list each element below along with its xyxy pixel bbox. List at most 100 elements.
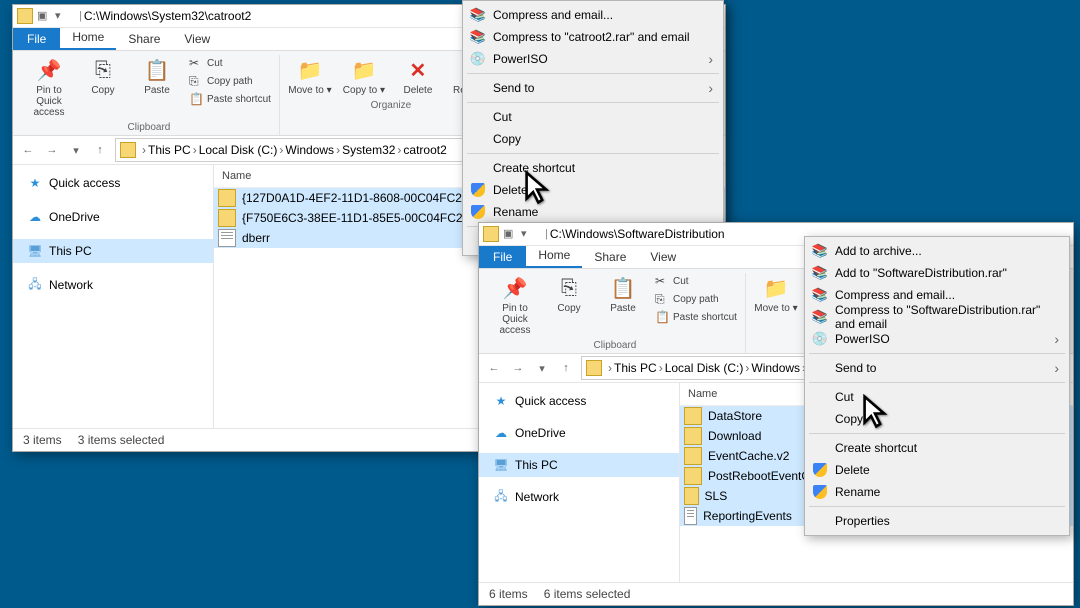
file-icon	[218, 229, 236, 247]
archive-icon: 📚	[812, 243, 828, 259]
col-name[interactable]: Name	[214, 170, 490, 182]
forward-button[interactable]: →	[41, 139, 63, 161]
properties-icon[interactable]: ▣	[37, 9, 51, 23]
file-icon	[684, 507, 697, 525]
sidebar-this-pc[interactable]: 🖥This PC	[13, 239, 213, 263]
copy-button[interactable]: ⎘Copy	[79, 55, 127, 98]
pin-button[interactable]: 📌Pin to Quick access	[25, 55, 73, 120]
ctx-properties[interactable]: Properties	[807, 510, 1067, 532]
pin-button[interactable]: 📌Pin to Quick access	[491, 273, 539, 338]
window-title-path: C:\Windows\System32\catroot2	[84, 9, 251, 23]
dropdown-icon[interactable]: ▾	[521, 227, 535, 241]
navigation-pane: ★Quick access ☁OneDrive 🖥This PC 🖧Networ…	[479, 383, 680, 582]
folder-icon	[586, 360, 602, 376]
sidebar-network[interactable]: 🖧Network	[479, 485, 679, 509]
history-dropdown[interactable]: ▾	[531, 357, 553, 379]
copy-to-button[interactable]: 📁Copy to ▾	[340, 55, 388, 98]
up-button[interactable]: ↑	[89, 139, 111, 161]
ctx-copy[interactable]: Copy	[465, 128, 721, 150]
tab-view[interactable]: View	[172, 28, 222, 50]
ctx-send-to[interactable]: Send to	[807, 357, 1067, 379]
copy-path-button[interactable]: ⎘Copy path	[187, 73, 273, 89]
cut-button[interactable]: ✂Cut	[653, 273, 739, 289]
item-count: 6 items	[489, 587, 528, 601]
tab-home[interactable]: Home	[60, 26, 116, 50]
move-to-button[interactable]: 📁Move to ▾	[286, 55, 334, 98]
paste-shortcut-button[interactable]: 📋Paste shortcut	[187, 91, 273, 107]
ctx-add-to-archive[interactable]: 📚Add to archive...	[807, 240, 1067, 262]
properties-icon[interactable]: ▣	[503, 227, 517, 241]
cut-button[interactable]: ✂Cut	[187, 55, 273, 71]
navigation-pane: ★Quick access ☁OneDrive 🖥This PC 🖧Networ…	[13, 165, 214, 428]
ctx-delete[interactable]: Delete	[807, 459, 1067, 481]
ctx-cut[interactable]: Cut	[807, 386, 1067, 408]
sidebar-quick-access[interactable]: ★Quick access	[479, 389, 679, 413]
shield-icon	[470, 204, 486, 220]
ctx-rename[interactable]: Rename	[465, 201, 721, 223]
sidebar-this-pc[interactable]: 🖥This PC	[479, 453, 679, 477]
ctx-cut[interactable]: Cut	[465, 106, 721, 128]
ctx-delete[interactable]: Delete	[465, 179, 721, 201]
copy-button[interactable]: ⎘Copy	[545, 273, 593, 316]
archive-icon: 📚	[812, 287, 828, 303]
ctx-compress-to-softwaredistribution-rar-and-email[interactable]: 📚Compress to "SoftwareDistribution.rar" …	[807, 306, 1067, 328]
paste-shortcut-button[interactable]: 📋Paste shortcut	[653, 309, 739, 325]
status-bar: 6 items 6 items selected	[479, 582, 1073, 605]
ctx-create-shortcut[interactable]: Create shortcut	[465, 157, 721, 179]
tab-share[interactable]: Share	[582, 246, 638, 268]
group-clipboard: Clipboard	[128, 122, 171, 133]
folder-icon	[684, 427, 702, 445]
sidebar-quick-access[interactable]: ★Quick access	[13, 171, 213, 195]
copy-path-button[interactable]: ⎘Copy path	[653, 291, 739, 307]
tab-file[interactable]: File	[479, 246, 526, 268]
context-menu[interactable]: 📚Add to archive...📚Add to "SoftwareDistr…	[804, 236, 1070, 536]
folder-icon	[684, 467, 702, 485]
ctx-rename[interactable]: Rename	[807, 481, 1067, 503]
tab-view[interactable]: View	[638, 246, 688, 268]
history-dropdown[interactable]: ▾	[65, 139, 87, 161]
ctx-send-to[interactable]: Send to	[465, 77, 721, 99]
shield-icon	[812, 462, 828, 478]
window-title-path: C:\Windows\SoftwareDistribution	[550, 227, 725, 241]
move-to-button[interactable]: 📁Move to ▾	[752, 273, 800, 316]
selection-count: 6 items selected	[544, 587, 631, 601]
sidebar-network[interactable]: 🖧Network	[13, 273, 213, 297]
group-organize: Organize	[371, 100, 412, 111]
back-button[interactable]: ←	[17, 139, 39, 161]
ctx-create-shortcut[interactable]: Create shortcut	[807, 437, 1067, 459]
item-count: 3 items	[23, 433, 62, 447]
archive-icon: 📚	[812, 265, 828, 281]
context-menu[interactable]: 📚Compress and email...📚Compress to "catr…	[462, 0, 724, 256]
delete-button[interactable]: ✕Delete	[394, 55, 442, 98]
sidebar-onedrive[interactable]: ☁OneDrive	[479, 421, 679, 445]
ctx-compress-to-catroot-rar-and-email[interactable]: 📚Compress to "catroot2.rar" and email	[465, 26, 721, 48]
ctx-compress-and-email[interactable]: 📚Compress and email...	[465, 4, 721, 26]
back-button[interactable]: ←	[483, 357, 505, 379]
shield-icon	[812, 484, 828, 500]
paste-button[interactable]: 📋Paste	[599, 273, 647, 316]
dropdown-icon[interactable]: ▾	[55, 9, 69, 23]
tab-file[interactable]: File	[13, 28, 60, 50]
up-button[interactable]: ↑	[555, 357, 577, 379]
archive-icon: 📚	[470, 7, 486, 23]
ctx-poweriso[interactable]: 💿PowerISO	[807, 328, 1067, 350]
folder-icon	[684, 407, 702, 425]
shield-icon	[470, 182, 486, 198]
archive-icon: 📚	[470, 29, 486, 45]
paste-button[interactable]: 📋Paste	[133, 55, 181, 98]
disc-icon: 💿	[812, 331, 828, 347]
ctx-copy[interactable]: Copy	[807, 408, 1067, 430]
forward-button[interactable]: →	[507, 357, 529, 379]
ctx-poweriso[interactable]: 💿PowerISO	[465, 48, 721, 70]
selection-count: 3 items selected	[78, 433, 165, 447]
folder-icon	[17, 8, 33, 24]
folder-icon	[120, 142, 136, 158]
folder-icon	[483, 226, 499, 242]
sidebar-onedrive[interactable]: ☁OneDrive	[13, 205, 213, 229]
watermark: ugetfix	[1012, 583, 1072, 604]
ctx-add-to-softwaredistribution-rar[interactable]: 📚Add to "SoftwareDistribution.rar"	[807, 262, 1067, 284]
disc-icon: 💿	[470, 51, 486, 67]
archive-icon: 📚	[812, 309, 828, 325]
tab-share[interactable]: Share	[116, 28, 172, 50]
tab-home[interactable]: Home	[526, 244, 582, 268]
